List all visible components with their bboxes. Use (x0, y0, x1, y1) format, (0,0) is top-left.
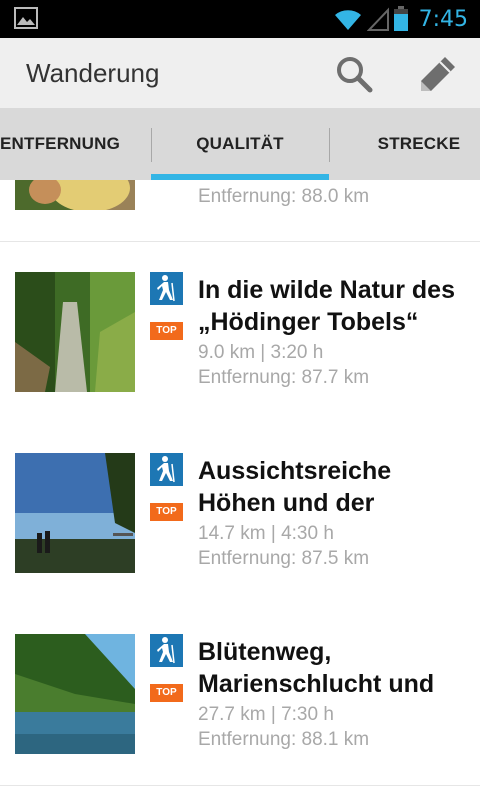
tour-stats: 14.7 km | 4:30 h (198, 523, 334, 544)
tab-divider (329, 128, 330, 162)
tour-title-line: Marienschlucht und (198, 670, 435, 698)
gallery-icon (14, 7, 38, 29)
tour-meta: 9.0 km | 3:20 h Entfernung: 87.7 km (198, 340, 369, 390)
tour-title: In die wilde Natur des „Hödinger Tobels“ (198, 274, 468, 338)
tour-title-line: Höhen und der (198, 489, 375, 517)
clock: 7:45 (418, 6, 468, 32)
tour-list[interactable]: Entfernung: 88.0 km TOP In die wilde Nat… (0, 180, 480, 800)
tour-distance: Entfernung: 88.1 km (198, 729, 370, 750)
tour-thumbnail (15, 272, 135, 392)
tour-thumbnail (15, 180, 135, 210)
tour-meta: 27.7 km | 7:30 h Entfernung: 88.1 km (198, 702, 369, 752)
hiking-icon (150, 634, 183, 667)
hiking-icon (150, 453, 183, 486)
wifi-icon (334, 10, 361, 31)
tour-stats: 9.0 km | 3:20 h (198, 342, 324, 363)
action-bar: Wanderung (0, 38, 480, 109)
tab-entfernung[interactable]: ENTFERNUNG (0, 108, 120, 180)
tour-thumbnail (15, 634, 135, 754)
tour-title-line: In die wilde Natur des (198, 276, 455, 304)
pencil-icon (421, 57, 455, 91)
list-item[interactable]: TOP In die wilde Natur des „Hödinger Tob… (0, 242, 480, 424)
status-bar: 7:45 (0, 0, 480, 38)
tour-meta: 14.7 km | 4:30 h Entfernung: 87.5 km (198, 521, 369, 571)
tour-distance: Entfernung: 87.5 km (198, 548, 370, 569)
tab-bar: ENTFERNUNG QUALITÄT STRECKE (0, 108, 480, 180)
signal-icon (366, 7, 389, 31)
search-button[interactable] (332, 52, 376, 96)
top-badge: TOP (150, 503, 183, 521)
tour-title: Aussichtsreiche Höhen und der (198, 455, 468, 519)
tour-stats: 27.7 km | 7:30 h (198, 704, 334, 725)
tour-distance: Entfernung: 88.0 km (198, 186, 370, 207)
list-item[interactable]: TOP Blütenweg, Marienschlucht und 27.7 k… (0, 604, 480, 786)
search-icon (337, 57, 373, 93)
top-badge: TOP (150, 684, 183, 702)
tour-distance: Entfernung: 87.7 km (198, 367, 370, 388)
battery-icon (393, 6, 408, 31)
tour-thumbnail (15, 453, 135, 573)
hiking-icon (150, 272, 183, 305)
edit-button[interactable] (416, 52, 460, 96)
tour-title-line: Blütenweg, (198, 638, 332, 666)
tab-qualitaet[interactable]: QUALITÄT (151, 108, 329, 180)
top-badge: TOP (150, 322, 183, 340)
tour-title-line: „Hödinger Tobels“ (198, 308, 419, 336)
list-item[interactable]: Entfernung: 88.0 km (0, 180, 480, 242)
page-title: Wanderung (26, 58, 160, 88)
tab-strecke[interactable]: STRECKE (360, 108, 478, 180)
list-item[interactable]: TOP Aussichtsreiche Höhen und der 14.7 k… (0, 423, 480, 605)
tour-title: Blütenweg, Marienschlucht und (198, 636, 468, 700)
tour-title-line: Aussichtsreiche (198, 457, 392, 485)
